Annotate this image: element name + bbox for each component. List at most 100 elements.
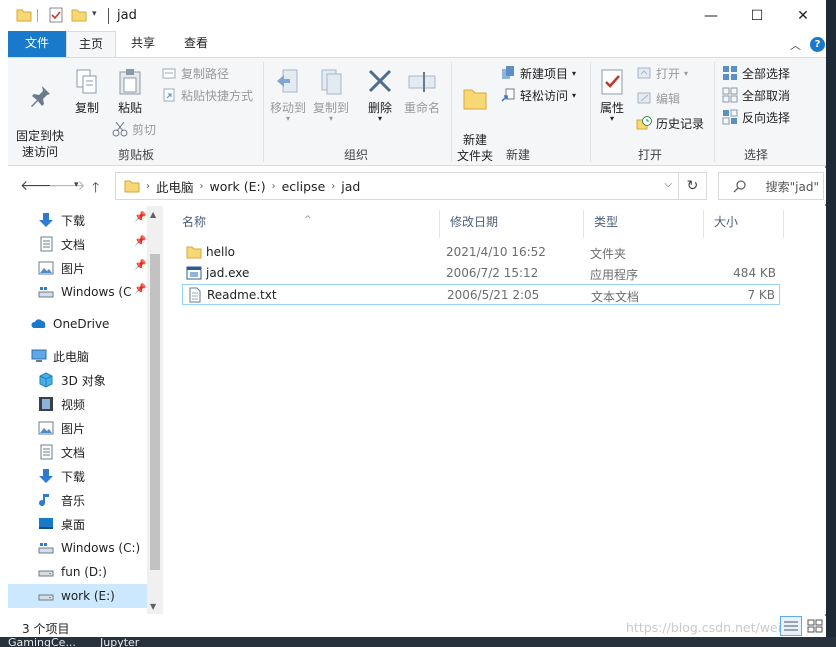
edit-icon bbox=[637, 92, 651, 104]
paste-shortcut-button[interactable]: 粘贴快捷方式 bbox=[161, 85, 253, 105]
desktop-icon-label[interactable]: Jupyter bbox=[100, 637, 139, 647]
nav-item-documents-pc[interactable]: 文档 bbox=[8, 440, 148, 464]
forward-arrow-icon[interactable]: 🡒 bbox=[48, 177, 86, 194]
copy-button[interactable]: 复制 bbox=[72, 68, 102, 116]
nav-item-windows-c[interactable]: Windows (C 📌 bbox=[8, 280, 148, 304]
maximize-button[interactable]: ☐ bbox=[734, 0, 780, 31]
tab-home[interactable]: 主页 bbox=[66, 31, 116, 57]
crumb-work-drive[interactable]: work (E:) bbox=[204, 179, 272, 194]
open-button[interactable]: 打开 ▾ bbox=[636, 63, 688, 83]
help-icon[interactable]: ? bbox=[810, 37, 825, 52]
easy-access-button[interactable]: 轻松访问 ▾ bbox=[500, 85, 576, 105]
pin-icon: 📌 bbox=[134, 212, 147, 223]
computer-icon bbox=[31, 349, 47, 362]
file-name: hello bbox=[206, 245, 235, 259]
desktop-background: GamingCe... Jupyter bbox=[0, 637, 836, 647]
large-icons-view-button[interactable] bbox=[804, 616, 826, 636]
nav-item-documents[interactable]: 文档 📌 bbox=[8, 232, 148, 256]
cube-icon bbox=[39, 372, 53, 388]
organize-group-label: 组织 bbox=[343, 148, 368, 162]
crumb-jad[interactable]: jad bbox=[335, 179, 366, 194]
easy-access-icon bbox=[501, 88, 515, 102]
nav-item-music[interactable]: 音乐 bbox=[8, 488, 148, 512]
tab-view[interactable]: 查看 bbox=[170, 31, 222, 57]
nav-item-pictures-pc[interactable]: 图片 bbox=[8, 416, 148, 440]
nav-item-downloads[interactable]: 下载 📌 bbox=[8, 208, 148, 232]
search-icon bbox=[733, 180, 746, 193]
desktop-icon bbox=[39, 518, 53, 529]
scroll-up-icon[interactable]: ▲ bbox=[150, 210, 156, 219]
document-icon bbox=[40, 444, 53, 460]
move-to-button[interactable]: 移动到 ▾ bbox=[267, 68, 309, 123]
table-row[interactable]: hello 2021/4/10 16:52 文件夹 bbox=[182, 242, 780, 263]
scroll-thumb[interactable] bbox=[150, 254, 160, 570]
copy-to-icon bbox=[321, 69, 342, 95]
search-input[interactable]: 搜索"jad" bbox=[718, 172, 824, 200]
up-arrow-icon[interactable]: 🡑 bbox=[92, 177, 99, 201]
refresh-button[interactable]: ↻ bbox=[679, 172, 707, 200]
select-all-icon bbox=[723, 66, 737, 80]
select-none-button[interactable]: 全部取消 bbox=[722, 85, 790, 105]
file-date: 2006/5/21 2:05 bbox=[447, 288, 540, 302]
download-icon bbox=[39, 213, 53, 227]
collapse-ribbon-icon[interactable]: ︿ bbox=[790, 37, 801, 53]
pin-icon: 📌 bbox=[134, 260, 147, 271]
edit-button[interactable]: 编辑 bbox=[636, 88, 680, 108]
column-modified[interactable]: 修改日期 bbox=[440, 210, 584, 238]
copy-to-button[interactable]: 复制到 ▾ bbox=[310, 68, 352, 123]
nav-item-windows-c-pc[interactable]: Windows (C:) bbox=[8, 536, 148, 560]
drive-icon bbox=[38, 287, 54, 298]
paste-button[interactable]: 粘贴 bbox=[112, 68, 148, 116]
crumb-eclipse[interactable]: eclipse bbox=[276, 179, 332, 194]
nav-item-fun-d[interactable]: fun (D:) bbox=[8, 560, 148, 584]
column-type[interactable]: 类型 bbox=[584, 210, 704, 238]
column-size[interactable]: 大小 bbox=[704, 210, 784, 238]
title-bar: ▾ jad — ☐ ✕ bbox=[0, 0, 826, 31]
new-folder-icon[interactable] bbox=[71, 7, 87, 23]
properties-icon[interactable] bbox=[48, 7, 64, 23]
customize-toolbar-icon[interactable]: ▾ bbox=[92, 9, 97, 19]
cut-button[interactable]: 剪切 bbox=[112, 119, 156, 139]
history-icon bbox=[636, 116, 652, 130]
table-row[interactable]: Readme.txt 2006/5/21 2:05 文本文档 7 KB bbox=[182, 284, 780, 305]
open-group-label: 打开 bbox=[637, 148, 662, 162]
scroll-down-icon[interactable]: ▼ bbox=[150, 602, 156, 611]
rename-button[interactable]: 重命名 bbox=[400, 68, 444, 116]
breadcrumb[interactable]: › 此电脑 › work (E:) › eclipse › jad ⌵ bbox=[115, 172, 679, 200]
chevron-down-icon[interactable]: ⌵ bbox=[664, 179, 672, 190]
tab-file[interactable]: 文件 bbox=[8, 31, 66, 57]
file-size: 484 KB bbox=[733, 266, 776, 280]
desktop-icon-label[interactable]: GamingCe... bbox=[8, 637, 76, 647]
paste-shortcut-icon bbox=[163, 88, 175, 102]
crumb-this-pc[interactable]: 此电脑 bbox=[150, 177, 200, 196]
nav-item-downloads-pc[interactable]: 下载 bbox=[8, 464, 148, 488]
properties-check-icon bbox=[601, 69, 623, 95]
history-button[interactable]: 历史记录 bbox=[636, 113, 704, 133]
nav-item-pictures[interactable]: 图片 📌 bbox=[8, 256, 148, 280]
properties-button[interactable]: 属性 ▾ bbox=[594, 68, 630, 123]
close-button[interactable]: ✕ bbox=[780, 0, 826, 31]
nav-item-this-pc[interactable]: 此电脑 bbox=[8, 344, 148, 368]
table-row[interactable]: jad.exe 2006/7/2 15:12 应用程序 484 KB bbox=[182, 263, 780, 284]
nav-item-onedrive[interactable]: OneDrive bbox=[8, 312, 148, 336]
nav-item-work-e[interactable]: work (E:) bbox=[8, 584, 148, 608]
recent-locations-icon[interactable]: ▾ bbox=[74, 180, 79, 190]
status-bar: 3 个项目 https://blog.csdn.net/weixin bbox=[8, 616, 826, 637]
nav-item-videos[interactable]: 视频 bbox=[8, 392, 148, 416]
nav-item-3d-objects[interactable]: 3D 对象 bbox=[8, 368, 148, 392]
copy-path-button[interactable]: 复制路径 bbox=[161, 63, 229, 83]
invert-selection-button[interactable]: 反向选择 bbox=[722, 107, 790, 127]
column-name[interactable]: ^ 名称 bbox=[172, 210, 440, 238]
details-view-button[interactable] bbox=[780, 616, 802, 636]
tab-share[interactable]: 共享 bbox=[118, 31, 168, 57]
watermark-text: https://blog.csdn.net/weixin bbox=[626, 620, 800, 635]
select-all-button[interactable]: 全部选择 bbox=[722, 63, 790, 83]
nav-item-desktop[interactable]: 桌面 bbox=[8, 512, 148, 536]
delete-button[interactable]: 删除 ▾ bbox=[362, 68, 398, 123]
pin-quick-access-button[interactable]: 固定到快 速访问 bbox=[12, 68, 68, 160]
document-icon bbox=[40, 236, 53, 252]
minimize-button[interactable]: — bbox=[688, 0, 734, 31]
new-folder-icon bbox=[463, 89, 487, 110]
nav-scrollbar[interactable]: ▲ ▼ bbox=[147, 206, 163, 614]
new-item-button[interactable]: 新建项目 ▾ bbox=[500, 63, 576, 83]
